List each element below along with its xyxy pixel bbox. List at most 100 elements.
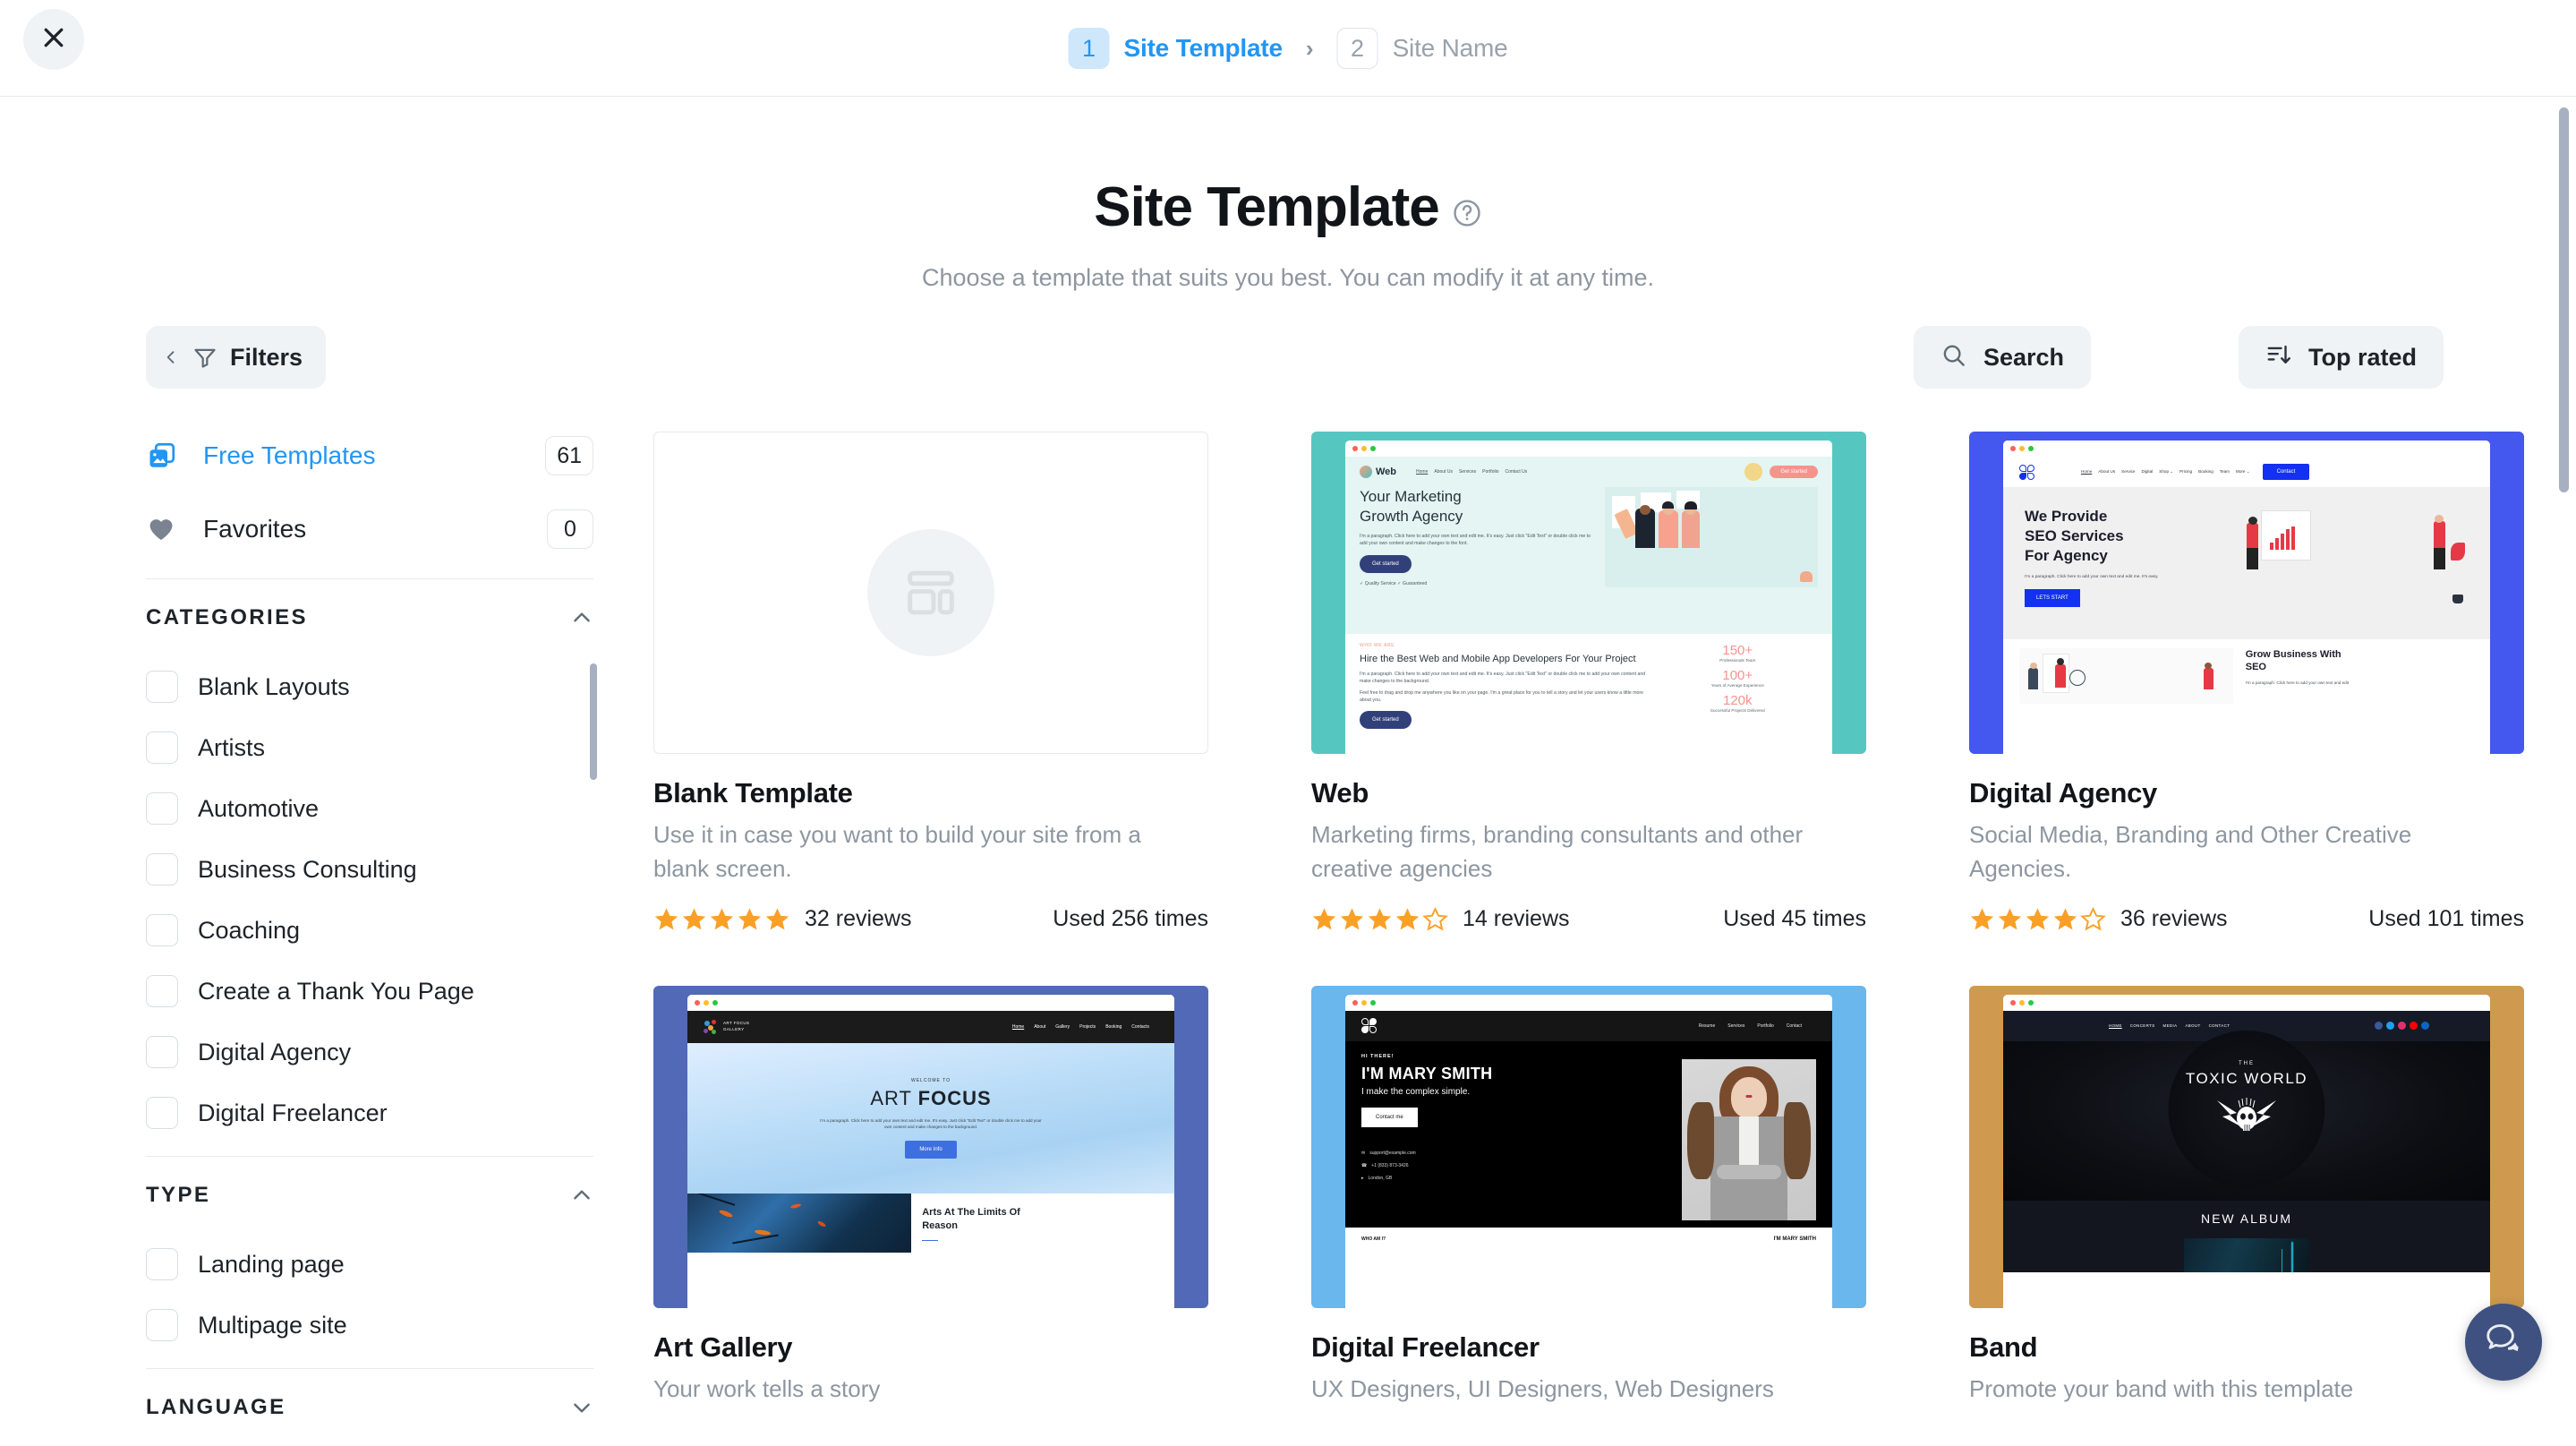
nav-link: Booking [1105, 1024, 1122, 1030]
template-title: Band [1969, 1331, 2524, 1364]
rating: 32 reviews [653, 906, 912, 932]
template-title: Digital Agency [1969, 777, 2524, 809]
checkbox-row-automotive[interactable]: Automotive [146, 778, 593, 839]
window-close-dot [1352, 446, 1358, 451]
template-thumbnail-digital-agency[interactable]: Home About Us Service Digital Shop ⌄ Pri… [1969, 432, 2524, 754]
checkbox-row-business-consulting[interactable]: Business Consulting [146, 839, 593, 900]
checkbox-digital-agency[interactable] [146, 1036, 178, 1068]
sidebar-item-free-templates[interactable]: Free Templates 61 [146, 419, 593, 492]
facebook-icon[interactable] [2375, 1022, 2383, 1030]
checkbox-row-create-a-thank-you-page[interactable]: Create a Thank You Page [146, 961, 593, 1022]
da-paragraph: I'm a paragraph. Click here to add your … [2025, 574, 2229, 580]
template-thumbnail-blank[interactable] [653, 432, 1208, 754]
layout-placeholder-icon [867, 529, 994, 656]
checkbox-automotive[interactable] [146, 792, 178, 825]
bd-eyebrow: THE [2239, 1061, 2255, 1066]
section-header-categories[interactable]: CATEGORIES [146, 579, 593, 656]
web-eyebrow: WHO WE ARE [1360, 643, 1649, 648]
checkbox-row-digital-agency[interactable]: Digital Agency [146, 1022, 593, 1082]
web-body-2: Feel free to drag and drop me anywhere y… [1360, 689, 1649, 704]
step-site-name[interactable]: 2 Site Name [1337, 28, 1508, 69]
template-thumbnail-digital-freelancer[interactable]: Resume Services Portfolio Contact HI THE… [1311, 986, 1866, 1308]
checkbox-blank-layouts[interactable] [146, 671, 178, 703]
window-minimize-dot [2019, 446, 2025, 451]
search-button[interactable]: Search [1914, 326, 2091, 389]
step-2-label: Site Name [1393, 34, 1508, 63]
template-card-digital-freelancer[interactable]: Resume Services Portfolio Contact HI THE… [1311, 986, 1866, 1406]
web-stat-value: 120k [1658, 693, 1818, 708]
nav-link: Services [1459, 469, 1476, 475]
template-card-web[interactable]: Web Home About Us Services Portfolio Con… [1311, 432, 1866, 932]
step-separator-icon: › [1306, 35, 1314, 63]
bd-album-title: NEW ALBUM [2201, 1211, 2292, 1226]
category-list-scrollbar[interactable] [590, 663, 597, 780]
page-scrollbar[interactable] [2559, 107, 2569, 492]
sidebar-label-favorites: Favorites [203, 515, 547, 543]
window-maximize-dot [2028, 446, 2034, 451]
checkbox-row-multipage-site[interactable]: Multipage site [146, 1295, 593, 1356]
ag-title: ART FOCUS [870, 1087, 991, 1110]
step-site-template[interactable]: 1 Site Template [1069, 28, 1283, 69]
template-thumbnail-art-gallery[interactable]: ART FOCUS GALLERY Home About Gallery Pro… [653, 986, 1208, 1308]
filters-button[interactable]: Filters [146, 326, 326, 389]
star-rating-icons [653, 906, 790, 932]
bd-nav-links: HOME CONCERTS MEDIA ABOUT CONTACT [2109, 1023, 2230, 1028]
bd-album-section: NEW ALBUM [2003, 1201, 2490, 1272]
checkbox-row-digital-freelancer[interactable]: Digital Freelancer [146, 1082, 593, 1143]
template-card-art-gallery[interactable]: ART FOCUS GALLERY Home About Gallery Pro… [653, 986, 1208, 1406]
step-1-number: 1 [1069, 28, 1110, 69]
checkbox-label: Create a Thank You Page [198, 978, 474, 1005]
template-card-blank[interactable]: Blank Template Use it in case you want t… [653, 432, 1208, 932]
checkbox-row-coaching[interactable]: Coaching [146, 900, 593, 961]
checkbox-row-blank-layouts[interactable]: Blank Layouts [146, 656, 593, 717]
nav-link: Digital [2142, 469, 2154, 475]
checkbox-row-artists[interactable]: Artists [146, 717, 593, 778]
section-title-language: LANGUAGE [146, 1395, 286, 1420]
checkbox-digital-freelancer[interactable] [146, 1097, 178, 1129]
web-brand-name: Web [1376, 466, 1396, 477]
used-count: Used 256 times [1053, 906, 1208, 932]
section-header-language[interactable]: LANGUAGE [146, 1369, 593, 1446]
used-count: Used 45 times [1723, 906, 1866, 932]
sort-button[interactable]: Top rated [2239, 326, 2444, 389]
nav-link: HOME [2109, 1023, 2122, 1028]
window-close-dot [1352, 1000, 1358, 1005]
template-card-band[interactable]: HOME CONCERTS MEDIA ABOUT CONTACT [1969, 986, 2524, 1406]
top-bar: 1 Site Template › 2 Site Name [0, 0, 2576, 97]
question-mark-circle-icon[interactable] [1452, 198, 1482, 228]
checkbox-landing-page[interactable] [146, 1248, 178, 1280]
close-button[interactable] [23, 9, 84, 70]
ag-brand-sub: GALLERY [723, 1027, 744, 1031]
checkbox-coaching[interactable] [146, 914, 178, 946]
web-hero-section: Web Home About Us Services Portfolio Con… [1345, 457, 1832, 634]
chat-support-button[interactable] [2465, 1304, 2542, 1381]
browser-titlebar [1345, 441, 1832, 457]
instagram-icon[interactable] [2398, 1022, 2406, 1030]
checkbox-create-a-thank-you-page[interactable] [146, 975, 178, 1007]
template-description: Promote your band with this template [1969, 1372, 2515, 1406]
section-title-categories: CATEGORIES [146, 605, 308, 630]
ag-welcome-text: WELCOME TO [911, 1078, 951, 1083]
checkbox-row-landing-page[interactable]: Landing page [146, 1234, 593, 1295]
checkbox-artists[interactable] [146, 732, 178, 764]
web-secondary-button: Get started [1360, 711, 1412, 729]
df-footer-right: I'M MARY SMITH [1774, 1236, 1816, 1242]
checkbox-multipage-site[interactable] [146, 1309, 178, 1341]
window-close-dot [2010, 1000, 2016, 1005]
template-card-digital-agency[interactable]: Home About Us Service Digital Shop ⌄ Pri… [1969, 432, 2524, 932]
star-rating-icons [1311, 906, 1448, 932]
template-thumbnail-web[interactable]: Web Home About Us Services Portfolio Con… [1311, 432, 1866, 754]
checkbox-label: Coaching [198, 917, 300, 945]
window-maximize-dot [712, 1000, 718, 1005]
checkbox-business-consulting[interactable] [146, 853, 178, 886]
sidebar-item-favorites[interactable]: Favorites 0 [146, 492, 593, 566]
ag-nav-links: Home About Gallery Projects Booking Cont… [1012, 1024, 1149, 1030]
badge-favorites-count: 0 [547, 509, 593, 549]
twitter-icon[interactable] [2386, 1022, 2394, 1030]
linkedin-icon[interactable] [2421, 1022, 2429, 1030]
template-thumbnail-band[interactable]: HOME CONCERTS MEDIA ABOUT CONTACT [1969, 986, 2524, 1308]
checkbox-label: Digital Agency [198, 1039, 351, 1066]
youtube-icon[interactable] [2410, 1022, 2418, 1030]
section-header-type[interactable]: TYPE [146, 1157, 593, 1234]
checkbox-label: Automotive [198, 795, 319, 823]
